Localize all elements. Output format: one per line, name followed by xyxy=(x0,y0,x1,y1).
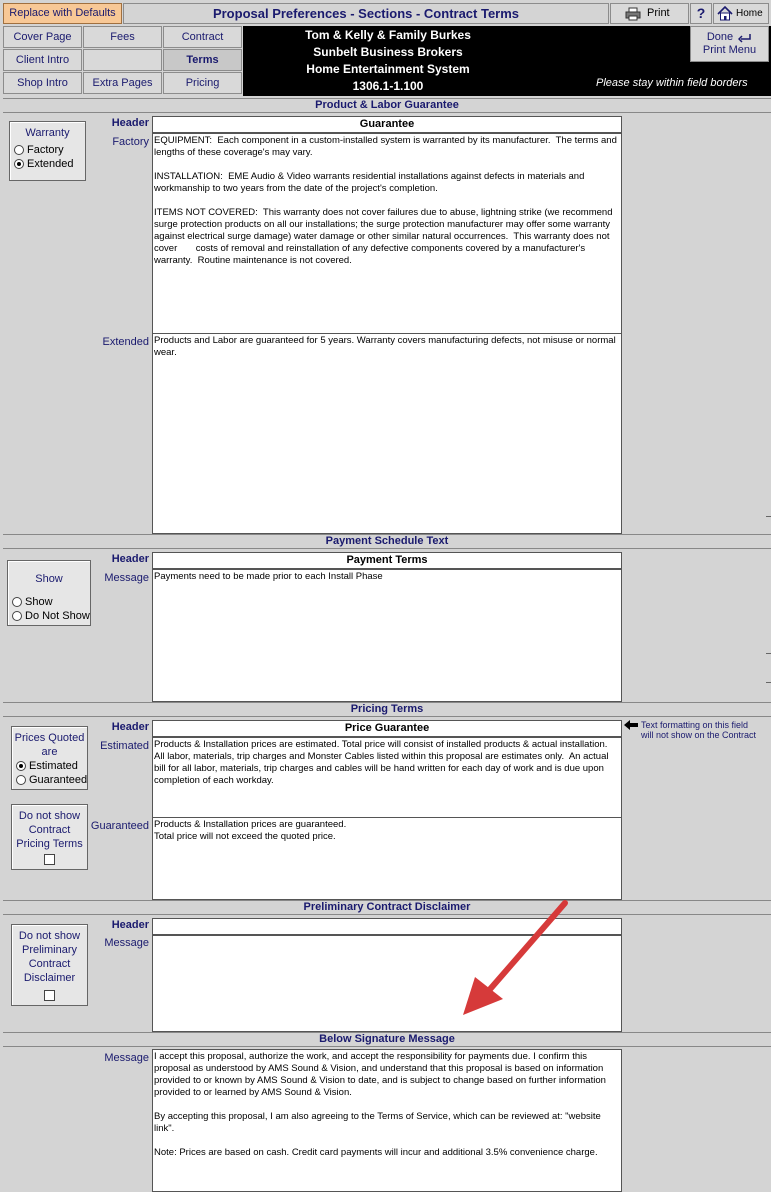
hide-disclaimer-group: Do not show Preliminary Contract Disclai… xyxy=(11,924,88,1006)
pricing-header-input[interactable]: Price Guarantee xyxy=(152,720,622,737)
signature-message-label: Message xyxy=(104,1052,149,1064)
hide-disclaimer-line4: Disclaimer xyxy=(23,972,76,984)
left-arrow-icon xyxy=(624,720,638,730)
disclaimer-header-label: Header xyxy=(111,919,149,931)
payment-header-input[interactable]: Payment Terms xyxy=(152,552,622,569)
home-label: Home xyxy=(736,8,763,19)
radio-extended[interactable]: Extended xyxy=(14,158,73,170)
radio-estimated[interactable]: Estimated xyxy=(16,760,78,772)
disclaimer-message-label: Message xyxy=(104,937,149,949)
radio-show[interactable]: Show xyxy=(12,596,53,608)
radio-guaranteed[interactable]: Guaranteed xyxy=(16,774,87,786)
client-name: Tom & Kelly & Family Burkes xyxy=(305,28,471,42)
signature-message-text[interactable]: I accept this proposal, authorize the wo… xyxy=(152,1049,622,1192)
client-company: Sunbelt Business Brokers xyxy=(313,45,463,59)
factory-warranty-text[interactable]: EQUIPMENT: Each component in a custom-in… xyxy=(152,133,622,334)
help-button[interactable]: ? xyxy=(690,3,712,24)
section-pricing-title: Pricing Terms xyxy=(3,702,771,717)
tab-blank xyxy=(83,49,162,71)
tab-contract[interactable]: Contract xyxy=(163,26,242,48)
radio-circle xyxy=(12,597,22,607)
hide-pricing-line1: Do not show xyxy=(18,810,81,822)
hide-pricing-line3: Pricing Terms xyxy=(16,838,83,850)
payment-show-group: Show Show Do Not Show xyxy=(7,560,91,626)
payment-message-label: Message xyxy=(104,572,149,584)
tab-client-intro[interactable]: Client Intro xyxy=(3,49,82,71)
prices-quoted-group: Prices Quoted are Estimated Guaranteed xyxy=(11,726,88,790)
tab-fees[interactable]: Fees xyxy=(83,26,162,48)
section-guarantee-title: Product & Labor Guarantee xyxy=(3,98,771,113)
formatting-note-line2: will not show on the Contract xyxy=(641,730,757,740)
field-border-hint: Please stay within field borders xyxy=(596,77,748,89)
hide-pricing-terms-group: Do not show Contract Pricing Terms xyxy=(11,804,88,870)
tab-cover-page[interactable]: Cover Page xyxy=(3,26,82,48)
help-label: ? xyxy=(696,5,706,21)
radio-show-label: Show xyxy=(25,596,53,608)
project-number: 1306.1-1.100 xyxy=(352,79,424,93)
prices-quoted-title: Prices Quoted xyxy=(14,732,85,744)
scroll-tick xyxy=(766,682,771,683)
radio-guaranteed-label: Guaranteed xyxy=(29,774,88,786)
radio-factory[interactable]: Factory xyxy=(14,144,64,156)
section-payment-title: Payment Schedule Text xyxy=(3,534,771,549)
replace-defaults-button[interactable]: Replace with Defaults xyxy=(3,3,122,24)
radio-factory-label: Factory xyxy=(27,144,64,156)
guaranteed-label: Guaranteed xyxy=(90,820,149,832)
printer-icon xyxy=(625,7,641,21)
estimated-pricing-text[interactable]: Products & Installation prices are estim… xyxy=(152,737,622,818)
section-disclaimer-title: Preliminary Contract Disclaimer xyxy=(3,900,771,915)
house-icon xyxy=(717,6,733,21)
extended-label: Extended xyxy=(102,336,149,348)
radio-circle-selected xyxy=(16,761,26,771)
scroll-tick xyxy=(766,516,771,517)
estimated-label: Estimated xyxy=(100,740,149,752)
scroll-tick xyxy=(766,653,771,654)
warranty-group: Warranty Factory Extended xyxy=(9,121,86,181)
radio-circle xyxy=(12,611,22,621)
prices-quoted-title-2: are xyxy=(41,746,58,758)
warranty-title: Warranty xyxy=(25,127,70,139)
section-signature-title: Below Signature Message xyxy=(3,1032,771,1047)
hide-disclaimer-line1: Do not show xyxy=(18,930,81,942)
radio-circle xyxy=(14,145,24,155)
radio-extended-label: Extended xyxy=(27,158,74,170)
home-button[interactable]: Home xyxy=(713,3,769,24)
guaranteed-pricing-text[interactable]: Products & Installation prices are guara… xyxy=(152,817,622,900)
pricing-header-label: Header xyxy=(111,721,149,733)
annotation-arrow-icon xyxy=(455,895,575,1020)
payment-show-title: Show xyxy=(35,573,63,585)
project-name: Home Entertainment System xyxy=(306,62,470,76)
extended-warranty-text[interactable]: Products and Labor are guaranteed for 5 … xyxy=(152,333,622,534)
tab-shop-intro[interactable]: Shop Intro xyxy=(3,72,82,94)
payment-message-text[interactable]: Payments need to be made prior to each I… xyxy=(152,569,622,702)
hide-disclaimer-checkbox[interactable] xyxy=(44,990,55,1001)
done-print-menu-button[interactable]: Done Print Menu xyxy=(690,26,769,62)
hide-pricing-line2: Contract xyxy=(28,824,71,836)
print-menu-label: Print Menu xyxy=(702,44,757,56)
radio-circle-selected xyxy=(14,159,24,169)
hide-disclaimer-line2: Preliminary xyxy=(21,944,77,956)
done-label: Done xyxy=(706,31,734,43)
hide-pricing-terms-checkbox[interactable] xyxy=(44,854,55,865)
radio-circle xyxy=(16,775,26,785)
tab-pricing[interactable]: Pricing xyxy=(163,72,242,94)
tab-terms[interactable]: Terms xyxy=(163,49,242,71)
guarantee-header-label: Header xyxy=(111,117,149,129)
formatting-note-line1: Text formatting on this field xyxy=(641,720,749,730)
print-button[interactable]: Print xyxy=(610,3,689,24)
tab-extra-pages[interactable]: Extra Pages xyxy=(83,72,162,94)
hide-disclaimer-line3: Contract xyxy=(28,958,71,970)
radio-estimated-label: Estimated xyxy=(29,760,78,772)
radio-do-not-show-label: Do Not Show xyxy=(25,610,90,622)
page-title: Proposal Preferences - Sections - Contra… xyxy=(212,6,520,21)
print-label: Print xyxy=(647,7,670,19)
radio-do-not-show[interactable]: Do Not Show xyxy=(12,610,90,622)
return-arrow-icon xyxy=(738,33,752,43)
factory-label: Factory xyxy=(112,136,149,148)
guarantee-header-input[interactable]: Guarantee xyxy=(152,116,622,133)
payment-header-label: Header xyxy=(111,553,149,565)
